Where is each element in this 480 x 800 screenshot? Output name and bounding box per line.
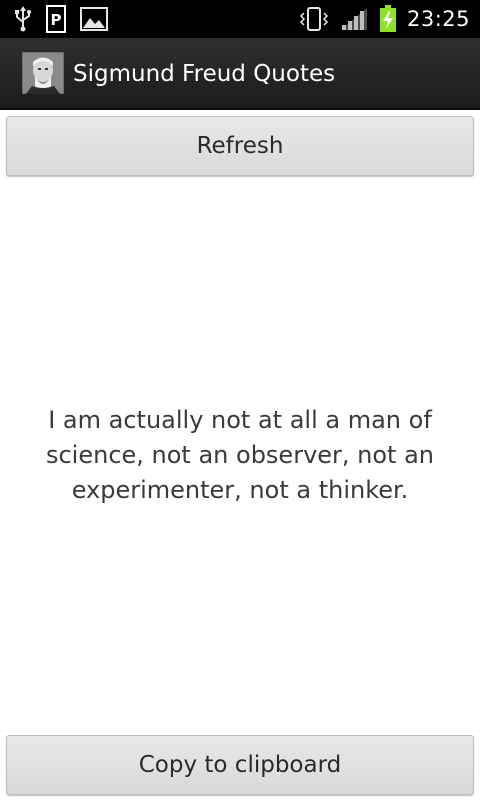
vibrate-icon (299, 6, 329, 32)
signal-icon (339, 6, 369, 32)
status-bar-notifications: P (14, 5, 108, 33)
battery-charging-icon (379, 5, 397, 33)
refresh-button-label: Refresh (196, 133, 284, 159)
app-portrait-icon (22, 52, 64, 94)
copy-button-label: Copy to clipboard (138, 752, 342, 778)
app-title: Sigmund Freud Quotes (73, 61, 336, 87)
quote-area: I am actually not at all a man of scienc… (20, 180, 460, 730)
refresh-button[interactable]: Refresh (6, 116, 474, 176)
parking-icon: P (46, 5, 66, 33)
status-bar-system: 23:25 (299, 5, 470, 33)
copy-to-clipboard-button[interactable]: Copy to clipboard (6, 735, 474, 795)
status-time: 23:25 (406, 7, 470, 31)
action-bar: Sigmund Freud Quotes (0, 38, 480, 110)
usb-icon (14, 6, 32, 32)
image-notification-icon (80, 7, 108, 31)
quote-text: I am actually not at all a man of scienc… (45, 405, 435, 504)
svg-text:P: P (51, 11, 62, 29)
status-bar: P 23:25 (0, 0, 480, 38)
